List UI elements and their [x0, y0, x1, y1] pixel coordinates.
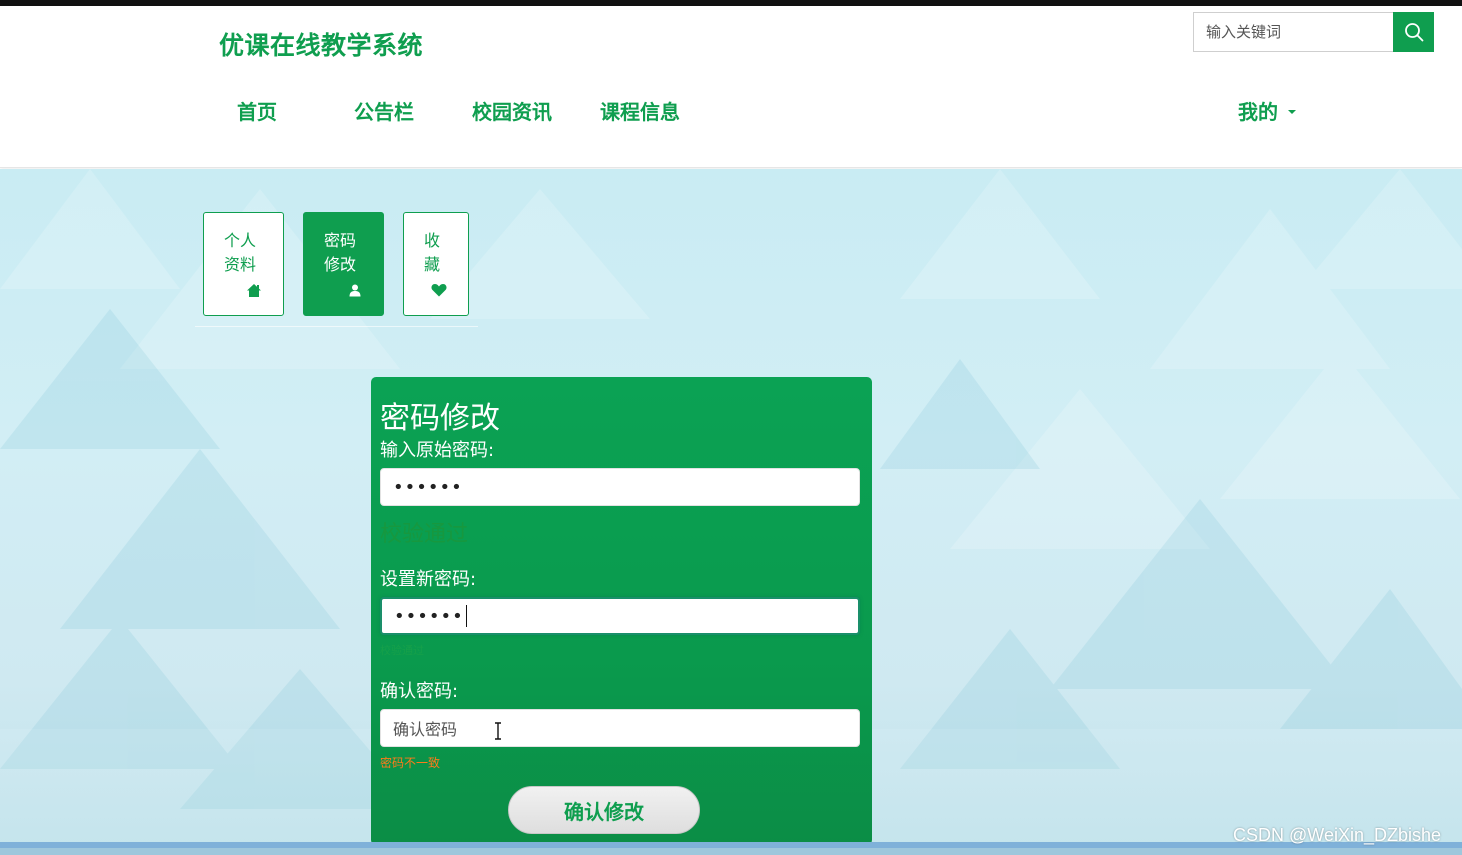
main-nav: 首页 公告栏 校园资讯 课程信息 我的 [0, 96, 1462, 136]
tabs-divider [195, 326, 478, 327]
user-icon [349, 284, 361, 297]
text-cursor [465, 605, 467, 627]
old-password-field[interactable]: •••••• [380, 468, 860, 506]
new-password-status: 校验通过 [380, 644, 424, 657]
nav-item-campus-news[interactable]: 校园资讯 [472, 96, 552, 125]
new-password-label: 设置新密码: [380, 569, 477, 590]
site-title[interactable]: 优课在线教学系统 [219, 26, 423, 62]
tab-favorites[interactable]: 收 藏 [403, 212, 469, 316]
search-box [1193, 12, 1434, 52]
old-password-status: 校验通过 [380, 522, 469, 547]
bottom-bar [0, 848, 1462, 855]
home-icon [247, 284, 261, 297]
new-password-value: •••••• [394, 605, 464, 627]
tab-profile-label: 个人 资料 [224, 231, 257, 274]
nav-me-label: 我的 [1238, 100, 1278, 124]
ibeam-cursor-icon [495, 722, 501, 740]
nav-item-home[interactable]: 首页 [237, 96, 277, 125]
confirm-change-button[interactable]: 确认修改 [508, 786, 700, 834]
nav-item-course-info[interactable]: 课程信息 [600, 96, 680, 125]
confirm-password-error: 密码不一致 [380, 756, 441, 770]
old-password-label: 输入原始密码: [380, 440, 495, 461]
tab-favorites-label: 收 藏 [424, 231, 441, 274]
old-password-value: •••••• [393, 476, 463, 498]
new-password-field[interactable]: •••••• [380, 597, 860, 635]
heart-icon [431, 284, 447, 297]
search-input[interactable] [1194, 13, 1394, 51]
search-button[interactable] [1393, 12, 1434, 52]
tab-change-password[interactable]: 密码 修改 [303, 212, 384, 316]
nav-item-notice[interactable]: 公告栏 [354, 96, 414, 125]
form-title: 密码修改 [380, 401, 500, 436]
chevron-down-icon [1288, 110, 1296, 114]
confirm-password-field[interactable]: 确认密码 [380, 709, 860, 747]
confirm-password-placeholder: 确认密码 [393, 720, 458, 739]
tab-profile[interactable]: 个人 资料 [203, 212, 284, 316]
password-form-panel: 密码修改 输入原始密码: •••••• 校验通过 设置新密码: •••••• 校… [371, 377, 872, 845]
confirm-password-label: 确认密码: [380, 681, 459, 702]
tab-change-password-label: 密码 修改 [324, 231, 357, 274]
nav-me-dropdown[interactable]: 我的 [1238, 96, 1296, 125]
search-icon [1404, 23, 1423, 42]
site-header: 优课在线教学系统 首页 公告栏 校园资讯 课程信息 我的 [0, 6, 1462, 168]
watermark: CSDN @WeiXin_DZbishe [1233, 825, 1442, 845]
